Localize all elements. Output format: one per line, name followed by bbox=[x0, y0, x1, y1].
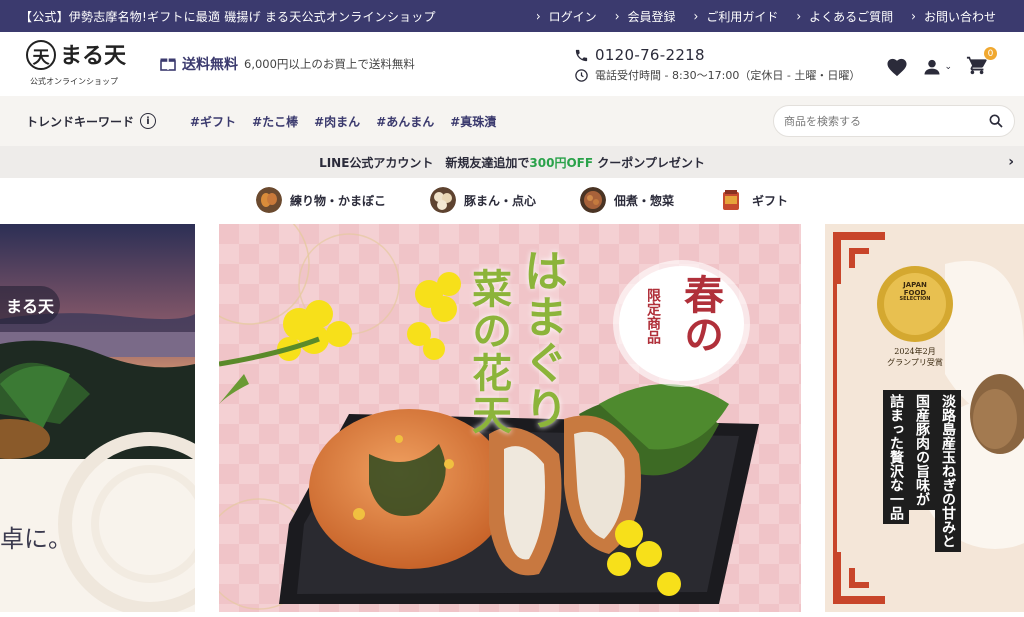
award-medal: JAPAN FOOD SELECTION bbox=[899, 281, 931, 303]
promo-column-2: 国産豚肉の旨味が bbox=[909, 390, 935, 510]
cart-button[interactable]: 0 bbox=[966, 47, 997, 80]
faq-link[interactable]: › よくあるご質問 bbox=[796, 8, 893, 25]
category-bar: 練り物・かまぼこ 豚まん・点心 佃煮・惣菜 ギフト bbox=[0, 178, 1024, 222]
login-link[interactable]: › ログイン bbox=[536, 8, 597, 25]
promo-column-1: 淡路島産玉ねぎの甘みと bbox=[935, 390, 961, 552]
shipping-condition: 6,000円以上のお買上で送料無料 bbox=[244, 57, 415, 71]
dumpling-thumbnail bbox=[429, 187, 456, 213]
category-gift[interactable]: ギフト bbox=[718, 187, 788, 213]
keyword-list: #ギフト #たこ棒 #肉まん #あんまん #真珠漬 bbox=[190, 113, 496, 130]
site-tagline: 【公式】伊勢志摩名物!ギフトに最適 磯揚げ まる天公式オンラインショップ bbox=[20, 9, 436, 24]
hero-title-line1: はまぐり bbox=[516, 248, 567, 432]
chevron-right-icon: › bbox=[796, 8, 802, 24]
user-icon bbox=[924, 59, 940, 75]
badge-big-text: 春の bbox=[677, 274, 724, 354]
award-caption: 2024年2月 グランプリ受賞 bbox=[887, 347, 943, 368]
keyword-link[interactable]: #肉まん bbox=[314, 113, 360, 130]
search-icon[interactable] bbox=[988, 113, 1004, 129]
header-icons: ⌄ 0 bbox=[886, 47, 997, 80]
phone-info: 0120-76-2218 電話受付時間 - 8:30〜17:00（定休日 - 土… bbox=[574, 46, 860, 83]
phone-hours: 電話受付時間 - 8:30〜17:00（定休日 - 土曜・日曜） bbox=[595, 69, 861, 82]
spring-limited-badge: 限定商品 春の bbox=[619, 266, 744, 381]
keyword-link[interactable]: #たこ棒 bbox=[252, 113, 298, 130]
logo-name: まる天 bbox=[60, 43, 127, 69]
keyword-bar: トレンドキーワード i #ギフト #たこ棒 #肉まん #あんまん #真珠漬 bbox=[0, 96, 1024, 146]
search-input[interactable] bbox=[784, 114, 988, 128]
clock-icon bbox=[575, 68, 588, 82]
hero-carousel: まる天 卓に。 はまぐり 菜の花天 限定商品 春の JAPAN FOOD SEL… bbox=[0, 222, 1024, 617]
gift-box-icon bbox=[160, 58, 176, 71]
hero-left-caption: 卓に。 bbox=[0, 525, 72, 553]
category-butaman[interactable]: 豚まん・点心 bbox=[429, 187, 536, 213]
cart-count-badge: 0 bbox=[984, 47, 997, 60]
gift-thumbnail bbox=[723, 190, 740, 210]
logo-subtitle: 公式オンラインショップ bbox=[30, 77, 118, 86]
hero-slide-active[interactable]: はまぐり 菜の花天 限定商品 春の bbox=[219, 224, 801, 612]
keyword-link[interactable]: #あんまん bbox=[376, 113, 434, 130]
keyword-link[interactable]: #ギフト bbox=[190, 113, 236, 130]
free-shipping-notice: 送料無料 6,000円以上のお買上で送料無料 bbox=[160, 54, 415, 74]
chevron-right-icon: › bbox=[911, 8, 916, 24]
account-menu[interactable]: ⌄ bbox=[922, 57, 952, 77]
register-link[interactable]: › 会員登録 bbox=[615, 8, 676, 25]
search-box bbox=[773, 105, 1015, 137]
promo-column-3: 詰まった贅沢な一品 bbox=[883, 390, 909, 524]
category-tsukudani[interactable]: 佃煮・惣菜 bbox=[580, 187, 674, 213]
keyword-link[interactable]: #真珠漬 bbox=[450, 113, 496, 130]
chevron-down-icon: ⌄ bbox=[944, 62, 952, 72]
shipping-title: 送料無料 bbox=[182, 57, 238, 73]
hero-title-line2: 菜の花天 bbox=[465, 268, 512, 436]
chevron-right-icon: › bbox=[1008, 154, 1014, 170]
site-logo[interactable]: 天 まる天 公式オンラインショップ bbox=[22, 38, 130, 92]
heart-icon[interactable] bbox=[886, 57, 908, 77]
phone-number[interactable]: 0120-76-2218 bbox=[595, 46, 705, 64]
chevron-right-icon: › bbox=[535, 8, 541, 24]
phone-icon bbox=[575, 49, 588, 61]
chevron-right-icon: › bbox=[614, 8, 620, 24]
fishcake-thumbnail bbox=[255, 187, 282, 213]
guide-link[interactable]: › ご利用ガイド bbox=[694, 8, 779, 25]
badge-small-text: 限定商品 bbox=[645, 288, 661, 344]
hero-left-logo: まる天 bbox=[0, 286, 60, 324]
site-header: 天 まる天 公式オンラインショップ 送料無料 6,000円以上のお買上で送料無料… bbox=[0, 32, 1024, 96]
top-nav: › ログイン › 会員登録 › ご利用ガイド › よくあるご質問 › お問い合わせ bbox=[536, 8, 996, 25]
line-banner-discount: 300円OFF bbox=[529, 155, 594, 170]
tsukudani-thumbnail bbox=[580, 187, 606, 213]
chevron-right-icon: › bbox=[693, 8, 699, 24]
category-nerimono[interactable]: 練り物・かまぼこ bbox=[255, 187, 386, 213]
hero-slide-prev[interactable]: まる天 卓に。 bbox=[0, 224, 195, 612]
line-banner-prefix: LINE公式アカウント 新規友達追加で bbox=[319, 155, 530, 170]
line-banner-suffix: クーポンプレゼント bbox=[597, 155, 705, 170]
info-icon[interactable]: i bbox=[140, 113, 157, 129]
contact-link[interactable]: › お問い合わせ bbox=[911, 8, 996, 25]
top-bar: 【公式】伊勢志摩名物!ギフトに最適 磯揚げ まる天公式オンラインショップ › ログ… bbox=[0, 0, 1024, 32]
hero-slide-next[interactable]: JAPAN FOOD SELECTION 2024年2月 グランプリ受賞 淡路島… bbox=[825, 224, 1024, 612]
logo-mark: 天 bbox=[26, 40, 56, 70]
trend-keyword-label: トレンドキーワード i bbox=[26, 113, 157, 130]
line-coupon-banner[interactable]: LINE公式アカウント 新規友達追加で 300円OFF クーポンプレゼント › bbox=[0, 146, 1024, 178]
